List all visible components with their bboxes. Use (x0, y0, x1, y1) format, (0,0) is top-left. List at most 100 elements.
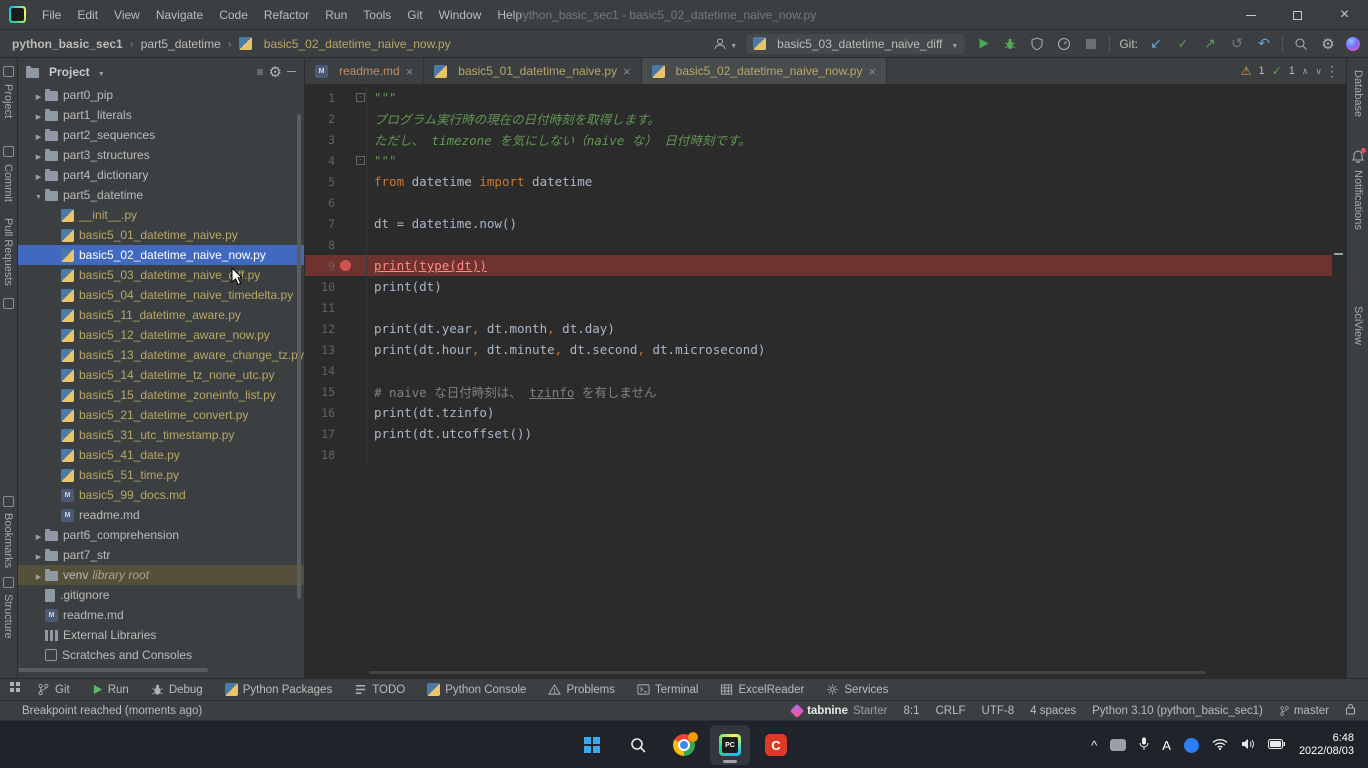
tree-item-part5_datetime[interactable]: part5_datetime (18, 185, 304, 205)
code-editor[interactable]: 1"""2プログラム実行時の現在の日付時刻を取得します。3ただし、 timezo… (305, 85, 1332, 678)
maximize-button[interactable] (1274, 0, 1321, 30)
project-stripe-icon[interactable] (3, 66, 14, 77)
tool-stripe-notifications[interactable]: Notifications (1352, 170, 1364, 230)
fold-marker-icon[interactable] (356, 93, 365, 102)
tree-item-External Libraries[interactable]: External Libraries (18, 625, 304, 645)
tree-item-basic5_99_docs.md[interactable]: basic5_99_docs.md (18, 485, 304, 505)
menu-item-file[interactable]: File (34, 0, 69, 30)
close-icon[interactable] (623, 64, 631, 79)
hidden-icons-chevron[interactable] (1091, 738, 1097, 753)
tab-basic5_01_datetime_naive.py[interactable]: basic5_01_datetime_naive.py (424, 58, 641, 84)
toolwindow-run[interactable]: Run (81, 679, 140, 700)
chevron-right-icon[interactable] (32, 148, 45, 162)
tree-item-part3_structures[interactable]: part3_structures (18, 145, 304, 165)
project-panel-title[interactable]: Project (49, 65, 90, 79)
taskbar-clock[interactable]: 6:48 2022/08/03 (1299, 732, 1354, 758)
microphone-icon[interactable] (1139, 737, 1149, 754)
toolwindow-debug[interactable]: Debug (140, 679, 214, 700)
run-configuration-select[interactable]: basic5_03_datetime_naive_diff (746, 34, 965, 54)
minimize-button[interactable] (1227, 0, 1274, 30)
tool-stripe-commit[interactable]: Commit (2, 164, 14, 202)
chevron-right-icon[interactable] (32, 108, 45, 122)
tree-item-Scratches and Consoles[interactable]: Scratches and Consoles (18, 645, 304, 665)
tab-readme.md[interactable]: readme.md (305, 58, 424, 84)
menu-item-refactor[interactable]: Refactor (256, 0, 317, 30)
tree-item-.gitignore[interactable]: .gitignore (18, 585, 304, 605)
tab-basic5_02_datetime_naive_now.py[interactable]: basic5_02_datetime_naive_now.py (642, 58, 887, 84)
tree-item-part1_literals[interactable]: part1_literals (18, 105, 304, 125)
tree-item-__init__.py[interactable]: __init__.py (18, 205, 304, 225)
tree-item-basic5_01_datetime_naive.py[interactable]: basic5_01_datetime_naive.py (18, 225, 304, 245)
commit-stripe-icon[interactable] (3, 146, 14, 157)
tool-stripe-project[interactable]: Project (2, 84, 14, 118)
tool-stripe-sciview[interactable]: SciView (1352, 306, 1364, 345)
tree-item-basic5_15_datetime_zoneinfo_list.py[interactable]: basic5_15_datetime_zoneinfo_list.py (18, 385, 304, 405)
tree-item-part7_str[interactable]: part7_str (18, 545, 304, 565)
toolwindow-excelreader[interactable]: ExcelReader (709, 679, 815, 700)
menu-item-edit[interactable]: Edit (69, 0, 106, 30)
profiler-button[interactable] (1055, 33, 1073, 55)
ime-indicator[interactable]: A (1162, 738, 1171, 753)
tree-item-readme.md[interactable]: readme.md (18, 505, 304, 525)
wifi-icon[interactable] (1212, 738, 1228, 753)
close-icon[interactable] (406, 64, 414, 79)
red-app-button[interactable] (756, 725, 796, 765)
tree-item-basic5_04_datetime_naive_timedelta.py[interactable]: basic5_04_datetime_naive_timedelta.py (18, 285, 304, 305)
error-stripe-mark[interactable] (1334, 253, 1343, 255)
chevron-right-icon[interactable] (32, 528, 45, 542)
tree-item-basic5_14_datetime_tz_none_utc.py[interactable]: basic5_14_datetime_tz_none_utc.py (18, 365, 304, 385)
tool-stripe-icon[interactable] (3, 298, 14, 309)
breadcrumb-item[interactable]: basic5_02_datetime_naive_now.py (264, 37, 451, 51)
previous-problem-icon[interactable] (1302, 65, 1309, 77)
toolwindow-problems[interactable]: Problems (537, 679, 626, 700)
code-with-me-users-icon[interactable] (713, 33, 737, 55)
tree-item-part2_sequences[interactable]: part2_sequences (18, 125, 304, 145)
tree-item-basic5_03_datetime_naive_diff.py[interactable]: basic5_03_datetime_naive_diff.py (18, 265, 304, 285)
toolwindow-git[interactable]: Git (26, 679, 81, 700)
file-encoding[interactable]: UTF-8 (982, 705, 1015, 717)
settings-gear-icon[interactable] (1319, 33, 1337, 55)
menu-item-git[interactable]: Git (399, 0, 430, 30)
tab-options-icon[interactable] (1325, 58, 1339, 86)
toolwindow-python-console[interactable]: Python Console (416, 679, 537, 700)
stop-button[interactable] (1082, 33, 1100, 55)
tree-item-basic5_31_utc_timestamp.py[interactable]: basic5_31_utc_timestamp.py (18, 425, 304, 445)
chevron-right-icon[interactable] (32, 548, 45, 562)
toolwindow-python-packages[interactable]: Python Packages (214, 679, 344, 700)
chevron-right-icon[interactable] (32, 168, 45, 182)
breadcrumb-item[interactable]: python_basic_sec1 (12, 37, 123, 51)
breadcrumb-item[interactable]: part5_datetime (141, 37, 221, 51)
menu-item-run[interactable]: Run (317, 0, 355, 30)
debug-button[interactable] (1001, 33, 1019, 55)
tree-item-basic5_41_date.py[interactable]: basic5_41_date.py (18, 445, 304, 465)
start-button[interactable] (572, 725, 612, 765)
run-button[interactable] (974, 33, 992, 55)
chevron-down-icon[interactable] (95, 65, 105, 79)
tree-item-basic5_21_datetime_convert.py[interactable]: basic5_21_datetime_convert.py (18, 405, 304, 425)
volume-icon[interactable] (1241, 738, 1255, 753)
git-branch-widget[interactable]: master (1279, 705, 1329, 717)
tool-stripe-bookmarks[interactable]: Bookmarks (2, 513, 14, 568)
toolwindow-todo[interactable]: TODO (343, 679, 416, 700)
chevron-right-icon[interactable] (32, 128, 45, 142)
pycharm-taskbar-button[interactable] (710, 725, 750, 765)
git-history-button[interactable] (1228, 33, 1246, 55)
lock-icon[interactable] (1345, 703, 1356, 718)
line-ending[interactable]: CRLF (935, 705, 965, 717)
chevron-right-icon[interactable] (32, 88, 45, 102)
notifications-bell-icon[interactable] (1352, 150, 1364, 166)
menu-item-window[interactable]: Window (431, 0, 490, 30)
search-everywhere-icon[interactable] (1292, 33, 1310, 55)
project-horizontal-scrollbar[interactable] (18, 668, 208, 672)
bookmarks-stripe-icon[interactable] (3, 496, 14, 507)
python-interpreter[interactable]: Python 3.10 (python_basic_sec1) (1092, 705, 1263, 717)
git-update-button[interactable] (1147, 33, 1165, 55)
structure-stripe-icon[interactable] (3, 577, 14, 588)
tabnine-widget[interactable]: tabnine Starter (792, 705, 887, 717)
menu-item-tools[interactable]: Tools (355, 0, 399, 30)
tool-stripe-structure[interactable]: Structure (2, 594, 14, 639)
tree-item-basic5_02_datetime_naive_now.py[interactable]: basic5_02_datetime_naive_now.py (18, 245, 304, 265)
tool-stripe-database[interactable]: Database (1352, 70, 1364, 117)
warning-count[interactable]: 1 (1259, 65, 1265, 77)
taskbar-search-button[interactable] (618, 725, 658, 765)
